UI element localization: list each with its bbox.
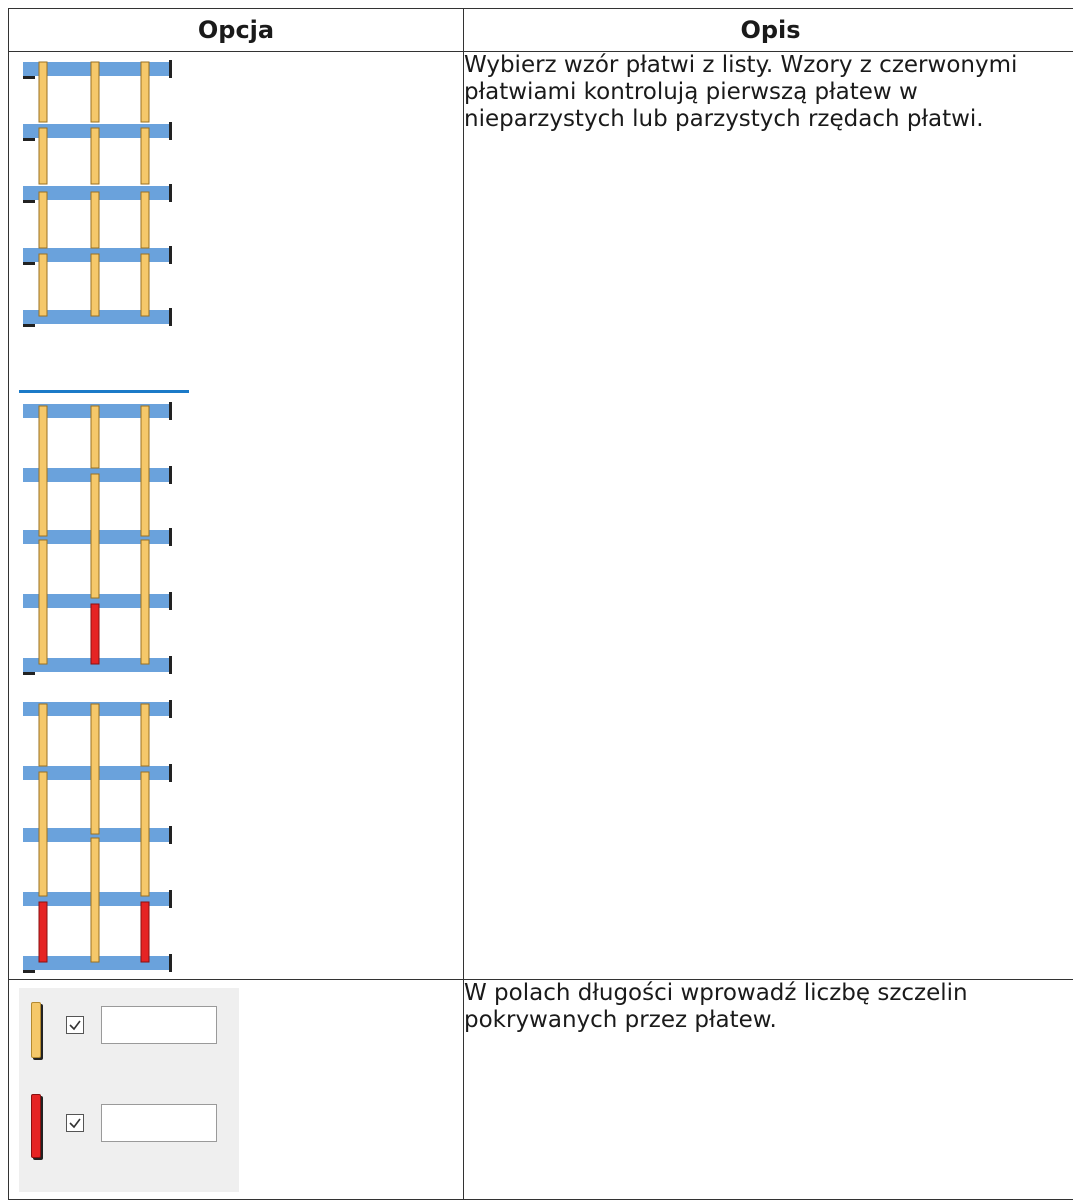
purlin-pattern-red-sides-icon[interactable] xyxy=(19,698,189,988)
header-description: Opis xyxy=(464,9,1073,52)
purlin-pattern-red-middle-icon[interactable] xyxy=(19,400,189,690)
pattern-separator xyxy=(19,390,189,393)
header-option: Opcja xyxy=(9,9,464,52)
description-cell: Wybierz wzór płatwi z listy. Wzory z cze… xyxy=(464,52,1073,980)
options-table: Opcja Opis xyxy=(8,8,1073,1200)
table-row: W polach długości wprowadź liczbę szczel… xyxy=(9,980,1073,1200)
table-row: Wybierz wzór płatwi z listy. Wzory z cze… xyxy=(9,52,1073,980)
yellow-length-checkbox[interactable] xyxy=(66,1016,84,1034)
yellow-purlin-icon xyxy=(31,1002,41,1058)
yellow-length-field[interactable] xyxy=(101,1006,217,1044)
red-purlin-icon xyxy=(31,1094,41,1158)
purlin-pattern-staggered-icon[interactable] xyxy=(19,58,189,388)
length-fields-cell xyxy=(9,980,464,1200)
length-fields-panel xyxy=(19,988,239,1192)
description-cell: W polach długości wprowadź liczbę szczel… xyxy=(464,980,1073,1200)
red-length-field[interactable] xyxy=(101,1104,217,1142)
red-length-checkbox[interactable] xyxy=(66,1114,84,1132)
pattern-options-cell xyxy=(9,52,464,980)
